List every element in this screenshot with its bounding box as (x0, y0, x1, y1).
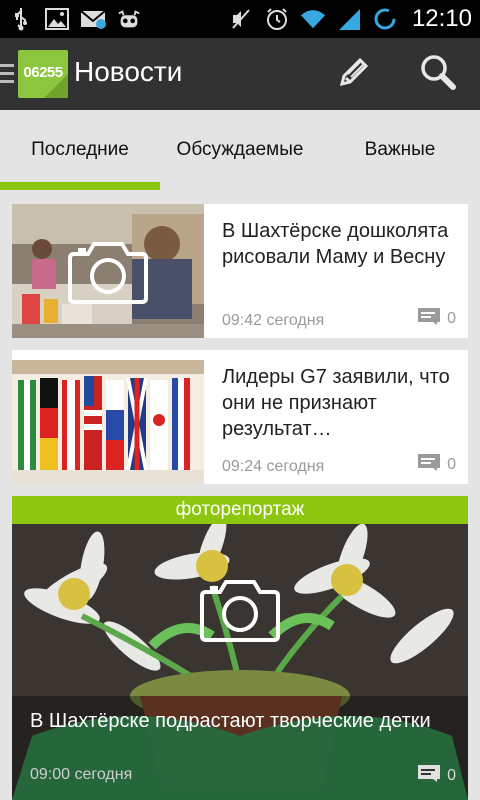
news-title: В Шахтёрске дошколята рисовали Маму и Ве… (222, 220, 449, 268)
status-bar: 12:10 (0, 0, 480, 38)
camera-icon (66, 238, 150, 310)
comment-count: 0 (417, 453, 456, 476)
comment-icon (417, 764, 441, 787)
camera-icon (198, 576, 282, 648)
search-icon (419, 53, 457, 95)
comment-count-value: 0 (447, 455, 456, 473)
comment-count: 0 (417, 764, 456, 787)
comment-count: 0 (417, 307, 456, 330)
signal-icon (336, 7, 362, 31)
comment-icon (417, 453, 441, 476)
photo-report-image (12, 496, 468, 800)
usb-icon (8, 7, 34, 31)
photo-report-card[interactable]: фоторепортаж В Шахтёрске подрастают твор… (12, 496, 468, 800)
mute-icon (228, 7, 254, 31)
action-bar: 06255 Новости (0, 38, 480, 110)
app-logo[interactable]: 06255 (18, 50, 68, 98)
mail-icon (80, 7, 106, 31)
wifi-icon (300, 7, 326, 31)
edit-button[interactable] (332, 52, 376, 96)
comment-icon (417, 307, 441, 330)
photo-report-time: 09:00 сегодня (30, 766, 133, 783)
news-title: Лидеры G7 заявили, что они не признают р… (222, 366, 450, 440)
tab-important[interactable]: Важные (320, 110, 480, 190)
news-thumbnail (12, 204, 204, 338)
edit-icon (336, 54, 372, 94)
tab-selection-indicator (0, 182, 160, 190)
photo-report-label: фоторепортаж (12, 496, 468, 524)
news-card[interactable]: Лидеры G7 заявили, что они не признают р… (12, 350, 468, 484)
photo-report-title: В Шахтёрске подрастают творческие детки (30, 710, 431, 732)
news-time: 09:42 сегодня (222, 312, 325, 329)
tab-bar: Последние Обсуждаемые Важные (0, 110, 480, 190)
status-time: 12:10 (411, 5, 472, 32)
comment-count-value: 0 (447, 766, 456, 784)
drawer-indicator-icon[interactable] (0, 64, 14, 88)
news-card[interactable]: В Шахтёрске дошколята рисовали Маму и Ве… (12, 204, 468, 338)
sync-icon (372, 7, 398, 31)
logo-text: 06255 (23, 64, 63, 81)
page-title: Новости (74, 56, 183, 87)
tab-discussed[interactable]: Обсуждаемые (160, 110, 320, 190)
alarm-icon (264, 7, 290, 31)
news-thumbnail (12, 350, 204, 484)
image-icon (44, 7, 70, 31)
search-button[interactable] (416, 52, 460, 96)
comment-count-value: 0 (447, 309, 456, 327)
android-icon (116, 7, 142, 31)
tab-latest[interactable]: Последние (0, 110, 160, 190)
news-time: 09:24 сегодня (222, 458, 325, 475)
